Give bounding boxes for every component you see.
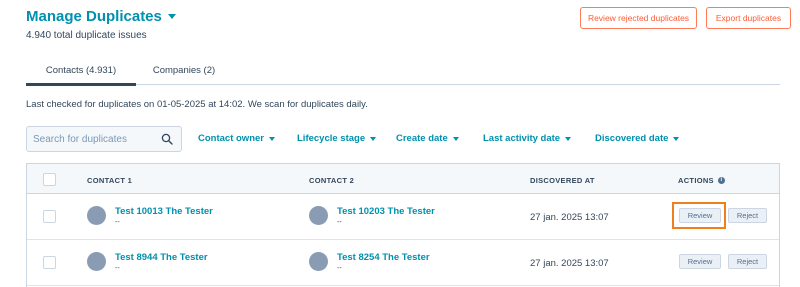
contact1-secondary: --: [115, 219, 120, 226]
search-box[interactable]: [26, 126, 182, 152]
total-duplicates-count: 4.940 total duplicate issues: [26, 30, 147, 41]
column-header-actions: ACTIONS i: [678, 176, 725, 185]
filter-label: Create date: [396, 133, 448, 144]
table-row: Test 10013 The Tester -- Test 10203 The …: [27, 194, 779, 240]
contact1-name-link[interactable]: Test 10013 The Tester: [115, 206, 213, 217]
discovered-at-value: 27 jan. 2025 13:07: [530, 212, 609, 223]
info-icon[interactable]: i: [717, 177, 725, 184]
last-checked-info: Last checked for duplicates on 01-05-202…: [26, 99, 368, 110]
actions-label: ACTIONS: [678, 176, 714, 185]
contact2-secondary: --: [337, 219, 342, 226]
chevron-down-icon: [268, 136, 275, 141]
filter-label: Lifecycle stage: [297, 133, 366, 144]
contact2-secondary: --: [337, 265, 342, 272]
contact2-name-link[interactable]: Test 8254 The Tester: [337, 252, 430, 263]
search-icon[interactable]: [161, 133, 173, 145]
tab-bar: Contacts (4.931) Companies (2): [26, 56, 780, 86]
export-duplicates-button[interactable]: Export duplicates: [706, 7, 791, 29]
filter-label: Last activity date: [483, 133, 561, 144]
column-header-contact1: CONTACT 1: [87, 176, 133, 185]
reject-button[interactable]: Reject: [728, 208, 767, 223]
reject-button[interactable]: Reject: [728, 254, 767, 269]
filter-label: Discovered date: [595, 133, 669, 144]
page-title-row[interactable]: Manage Duplicates: [26, 8, 176, 25]
chevron-down-icon: [673, 136, 680, 141]
contact2-name-link[interactable]: Test 10203 The Tester: [337, 206, 435, 217]
contact1-secondary: --: [115, 265, 120, 272]
filter-create-date[interactable]: Create date: [396, 133, 459, 144]
review-rejected-duplicates-button[interactable]: Review rejected duplicates: [580, 7, 697, 29]
table-header: CONTACT 1 CONTACT 2 DISCOVERED AT ACTION…: [27, 164, 779, 194]
table-row: Test 8944 The Tester -- Test 8254 The Te…: [27, 240, 779, 286]
select-all-checkbox[interactable]: [43, 173, 56, 186]
discovered-at-value: 27 jan. 2025 13:07: [530, 258, 609, 269]
filter-contact-owner[interactable]: Contact owner: [198, 133, 275, 144]
review-button[interactable]: Review: [679, 254, 721, 269]
column-header-contact2: CONTACT 2: [309, 176, 355, 185]
page-title[interactable]: Manage Duplicates: [26, 8, 162, 25]
filter-discovered-date[interactable]: Discovered date: [595, 133, 680, 144]
avatar: [309, 206, 328, 225]
search-input[interactable]: [27, 127, 157, 151]
row-checkbox[interactable]: [43, 256, 56, 269]
chevron-down-icon[interactable]: [167, 14, 176, 19]
chevron-down-icon: [452, 136, 459, 141]
chevron-down-icon: [370, 136, 377, 141]
avatar: [87, 206, 106, 225]
filter-label: Contact owner: [198, 133, 264, 144]
avatar: [87, 252, 106, 271]
chevron-down-icon: [565, 136, 572, 141]
filter-last-activity-date[interactable]: Last activity date: [483, 133, 572, 144]
row-checkbox[interactable]: [43, 210, 56, 223]
tab-companies[interactable]: Companies (2): [142, 56, 226, 85]
avatar: [309, 252, 328, 271]
contact1-name-link[interactable]: Test 8944 The Tester: [115, 252, 208, 263]
column-header-discovered-at: DISCOVERED AT: [530, 176, 595, 185]
duplicates-table: CONTACT 1 CONTACT 2 DISCOVERED AT ACTION…: [26, 163, 780, 287]
tab-contacts[interactable]: Contacts (4.931): [26, 56, 136, 86]
filter-lifecycle-stage[interactable]: Lifecycle stage: [297, 133, 377, 144]
review-button[interactable]: Review: [679, 208, 721, 223]
